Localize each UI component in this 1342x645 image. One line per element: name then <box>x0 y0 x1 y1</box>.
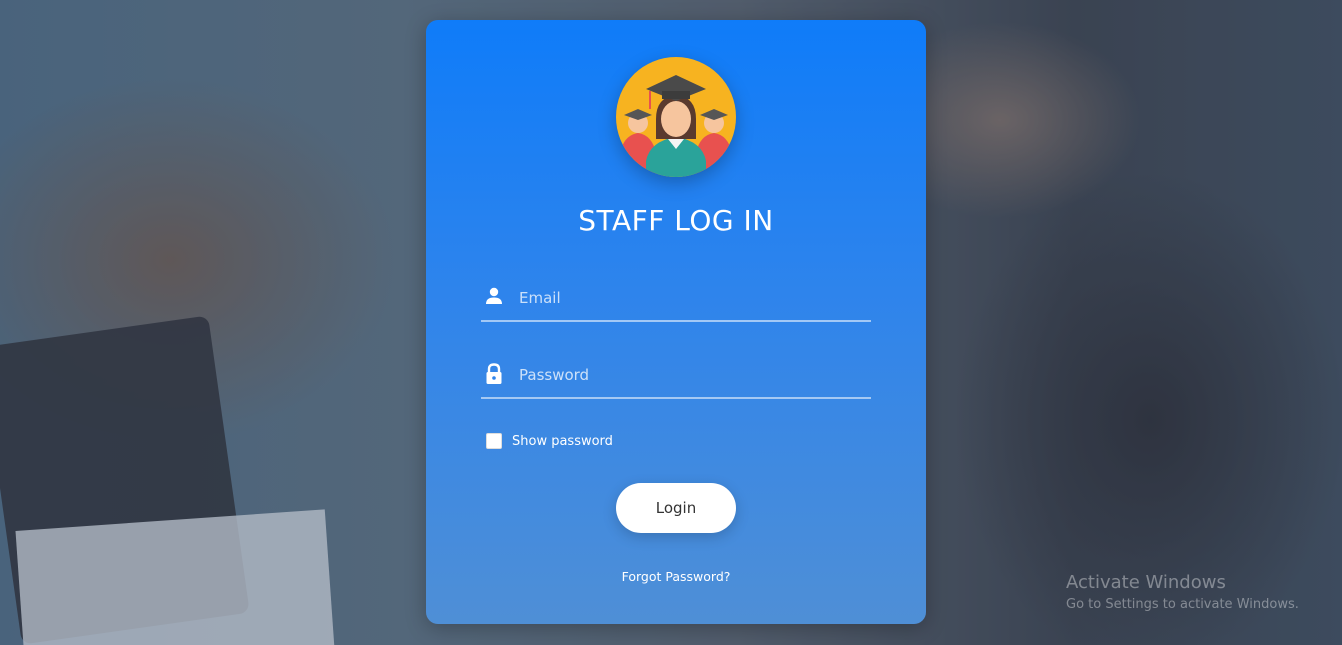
email-field <box>481 276 871 322</box>
page-title: STAFF LOG IN <box>578 204 774 237</box>
lock-icon <box>484 363 504 384</box>
email-input[interactable] <box>517 282 861 314</box>
activate-windows-title: Activate Windows <box>1066 572 1226 593</box>
forgot-password-link[interactable]: Forgot Password? <box>622 569 731 584</box>
show-password-checkbox[interactable] <box>486 433 502 449</box>
graduates-avatar-icon <box>616 57 736 177</box>
forgot-password-row: Forgot Password? <box>426 569 926 584</box>
person-icon <box>484 286 504 306</box>
windows-activation-watermark: Activate Windows Go to Settings to activ… <box>1066 572 1299 612</box>
show-password-label: Show password <box>512 433 613 449</box>
show-password-toggle[interactable]: Show password <box>486 432 613 450</box>
login-button[interactable]: Login <box>616 483 736 533</box>
login-card: STAFF LOG IN Show password Login Forgot … <box>426 20 926 624</box>
password-field <box>481 353 871 399</box>
activate-windows-subtitle: Go to Settings to activate Windows. <box>1066 597 1299 612</box>
password-input[interactable] <box>517 359 861 391</box>
